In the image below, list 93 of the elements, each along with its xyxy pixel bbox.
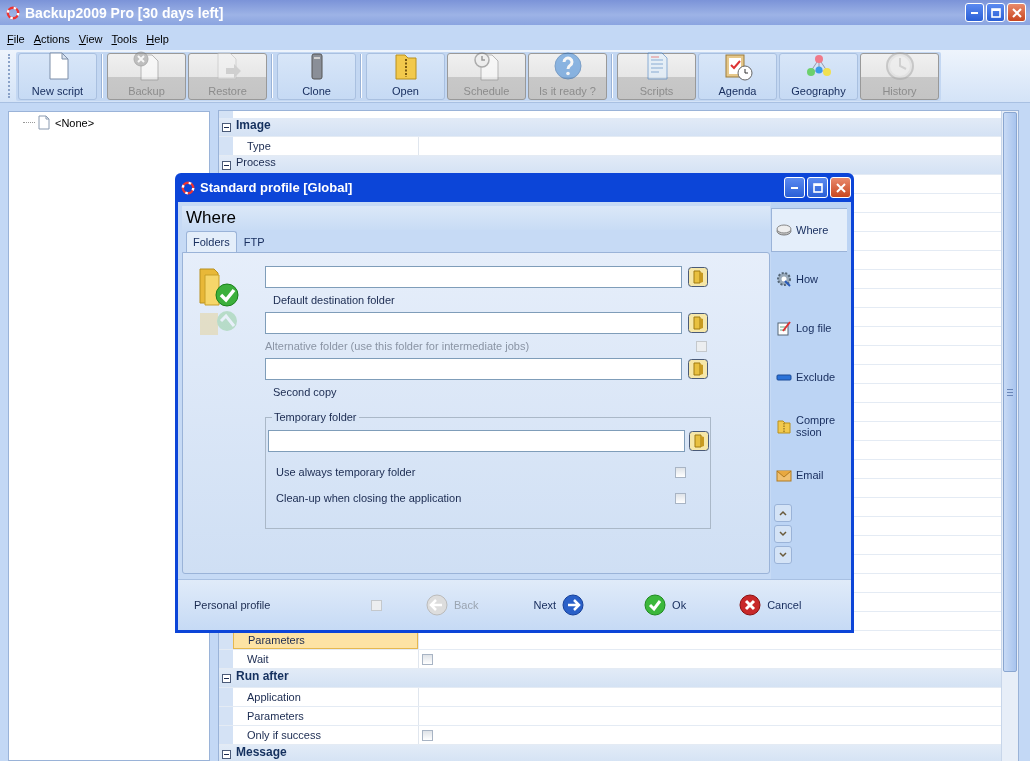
envelope-icon	[776, 467, 792, 483]
folder-icon	[776, 418, 792, 434]
dialog-button[interactable]: Cancel	[739, 594, 802, 616]
window-title: Backup2009 Pro [30 days left]	[25, 4, 224, 21]
folder-input-field[interactable]	[265, 266, 682, 288]
toolbar-button[interactable]: Open	[366, 52, 445, 100]
tab[interactable]: FTP	[236, 231, 272, 252]
dialog-button[interactable]: Next	[533, 594, 585, 616]
chevron-up-icon	[778, 508, 788, 518]
folder-icon	[688, 267, 708, 287]
chevron-down-icon	[778, 550, 788, 560]
folder-icon	[688, 313, 708, 333]
checkbox[interactable]	[422, 653, 433, 665]
checkbox[interactable]	[675, 466, 686, 478]
maximize-icon	[990, 7, 1001, 18]
close-button[interactable]	[830, 177, 851, 198]
folder-input-field[interactable]	[265, 358, 682, 380]
check-icon	[644, 594, 667, 616]
tab[interactable]: Folders	[186, 231, 237, 252]
minimize-button[interactable]	[965, 3, 984, 22]
checkbox[interactable]	[371, 599, 382, 611]
disk-icon	[776, 222, 792, 238]
field-label: Second copy	[273, 386, 338, 398]
browse-button[interactable]	[688, 267, 708, 287]
menu-item[interactable]: Actions	[30, 32, 73, 46]
category-heading: Image	[235, 118, 271, 134]
category-heading: Message	[235, 745, 287, 761]
group-label: Process	[235, 156, 276, 170]
category-heading: Run after	[235, 669, 289, 685]
checkbox[interactable]	[422, 729, 433, 741]
checkbox[interactable]	[675, 492, 686, 504]
folder-input-field[interactable]	[268, 430, 685, 452]
menu-item[interactable]: File	[4, 32, 28, 46]
lifebuoy-icon	[6, 5, 20, 20]
nav-item[interactable]: Log file	[771, 306, 847, 350]
property-name[interactable]: Application	[233, 688, 418, 706]
gear-icon	[776, 271, 792, 287]
toolbar-button[interactable]: Clone	[277, 52, 356, 100]
close-button[interactable]	[1007, 3, 1026, 22]
folder-icon	[688, 359, 708, 379]
option-label: Use always temporary folder	[276, 466, 417, 478]
document-icon	[38, 115, 50, 130]
lifebuoy-icon	[181, 180, 195, 195]
property-name[interactable]: Only if success	[233, 726, 418, 744]
minimize-icon	[791, 186, 798, 189]
toolbar-button[interactable]: Geography	[779, 52, 858, 100]
question-icon	[551, 49, 584, 82]
collapse-icon[interactable]	[221, 673, 231, 683]
collapse-icon[interactable]	[221, 160, 231, 170]
maximize-icon	[812, 182, 823, 193]
close-icon	[1011, 7, 1022, 18]
browse-button[interactable]	[689, 431, 709, 451]
browse-button[interactable]	[688, 313, 708, 333]
chevron-down-icon	[778, 529, 788, 539]
menu-item[interactable]: Tools	[108, 32, 141, 46]
dialog-button[interactable]: Ok	[644, 594, 687, 616]
field-label: Alternative folder (use this folder for intermediate jobs)	[265, 340, 531, 352]
maximize-button[interactable]	[807, 177, 828, 198]
close-icon	[835, 182, 846, 193]
clock-icon	[883, 49, 916, 82]
collapse-icon[interactable]	[221, 122, 231, 132]
nav-item[interactable]: Compression	[771, 404, 847, 448]
section-heading: Where	[182, 206, 770, 230]
dialog-title: Standard profile [Global]	[200, 180, 353, 195]
minimize-button[interactable]	[784, 177, 805, 198]
folder-input-field[interactable]	[265, 312, 682, 334]
grip-icon	[1007, 388, 1013, 396]
field-label: Default destination folder	[273, 294, 396, 306]
property-name[interactable]: Parameters	[233, 707, 418, 725]
checkbox-label: Personal profile	[194, 599, 272, 611]
tree-item[interactable]: <None>	[53, 115, 97, 130]
maximize-button[interactable]	[986, 3, 1005, 22]
browse-button[interactable]	[688, 359, 708, 379]
property-name[interactable]: Type	[233, 137, 418, 155]
nav-item[interactable]: How	[771, 257, 847, 301]
cross-icon	[739, 594, 762, 616]
nav-item[interactable]: Exclude	[771, 355, 847, 399]
property-name[interactable]: Wait	[233, 650, 418, 668]
toolbar-button[interactable]: New script	[18, 52, 97, 100]
nav-item[interactable]: Email	[771, 453, 847, 497]
group-title: Temporary folder	[272, 411, 359, 423]
option-label: Clean-up when closing the application	[276, 492, 463, 504]
arrow-right-icon	[562, 594, 585, 616]
toolbar-button[interactable]: Agenda	[698, 52, 777, 100]
collapse-icon[interactable]	[221, 749, 231, 759]
menu-item[interactable]: View	[75, 32, 106, 46]
minimize-icon	[971, 11, 978, 14]
folder-icon	[689, 431, 709, 451]
arrow-left-icon	[426, 594, 448, 616]
notepad-icon	[776, 320, 792, 336]
menu-item[interactable]: Help	[143, 32, 172, 46]
scrollbar-thumb[interactable]	[1003, 112, 1017, 672]
nav-item[interactable]: Where	[771, 208, 847, 252]
